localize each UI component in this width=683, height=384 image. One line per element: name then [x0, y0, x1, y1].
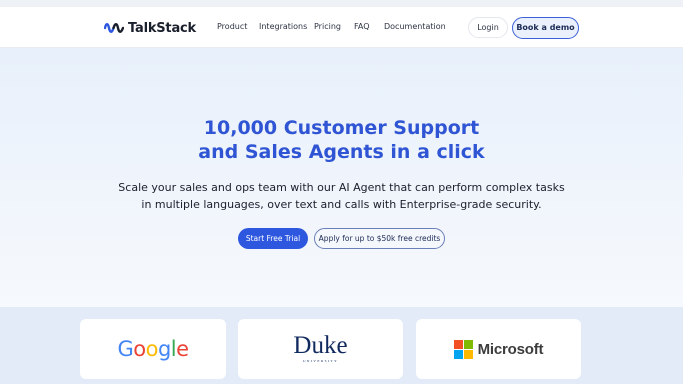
hero-headline: 10,000 Customer Support and Sales Agents…	[0, 116, 683, 164]
duke-logo: Duke UNIVERSITY	[293, 332, 348, 363]
microsoft-square	[463, 349, 473, 359]
google-letter: o	[133, 337, 146, 361]
google-letter: G	[117, 337, 134, 361]
navbar: TalkStack Product Integrations Pricing F…	[0, 7, 683, 48]
nav-link-product[interactable]: Product	[217, 22, 247, 31]
google-logo: Google	[117, 337, 189, 361]
google-letter: o	[145, 337, 159, 361]
hero-section	[0, 48, 683, 307]
headline-line-2: and Sales Agents in a click	[198, 141, 485, 163]
microsoft-square	[453, 349, 463, 359]
duke-subtext: UNIVERSITY	[303, 359, 338, 363]
hero-subtext: Scale your sales and ops team with our A…	[0, 180, 683, 213]
start-free-trial-button[interactable]: Start Free Trial	[238, 228, 308, 249]
wave-logo-icon	[104, 23, 124, 33]
microsoft-logo-card: Microsoft	[416, 319, 581, 379]
microsoft-square	[453, 339, 463, 349]
apply-credits-button[interactable]: Apply for up to $50k free credits	[314, 228, 445, 249]
brand-logo[interactable]: TalkStack	[104, 20, 196, 36]
duke-logo-card: Duke UNIVERSITY	[238, 319, 403, 379]
microsoft-square	[463, 339, 473, 349]
duke-wordmark: Duke	[293, 332, 348, 359]
subtext-line-1: Scale your sales and ops team with our A…	[118, 181, 565, 194]
nav-link-faq[interactable]: FAQ	[354, 22, 370, 31]
headline-line-1: 10,000 Customer Support	[203, 117, 480, 139]
brand-name: TalkStack	[128, 20, 196, 36]
microsoft-squares-icon	[453, 339, 473, 359]
nav-link-pricing[interactable]: Pricing	[314, 22, 341, 31]
google-letter: e	[176, 337, 189, 361]
login-button[interactable]: Login	[468, 17, 508, 38]
nav-link-integrations[interactable]: Integrations	[259, 22, 307, 31]
google-logo-card: Google	[80, 319, 226, 379]
subtext-line-2: in multiple languages, over text and cal…	[141, 197, 542, 211]
microsoft-logo: Microsoft	[453, 339, 544, 359]
top-strip	[0, 0, 683, 7]
book-demo-button[interactable]: Book a demo	[512, 17, 579, 39]
nav-link-documentation[interactable]: Documentation	[384, 22, 446, 31]
google-letter: g	[157, 337, 171, 361]
microsoft-wordmark: Microsoft	[477, 340, 544, 358]
